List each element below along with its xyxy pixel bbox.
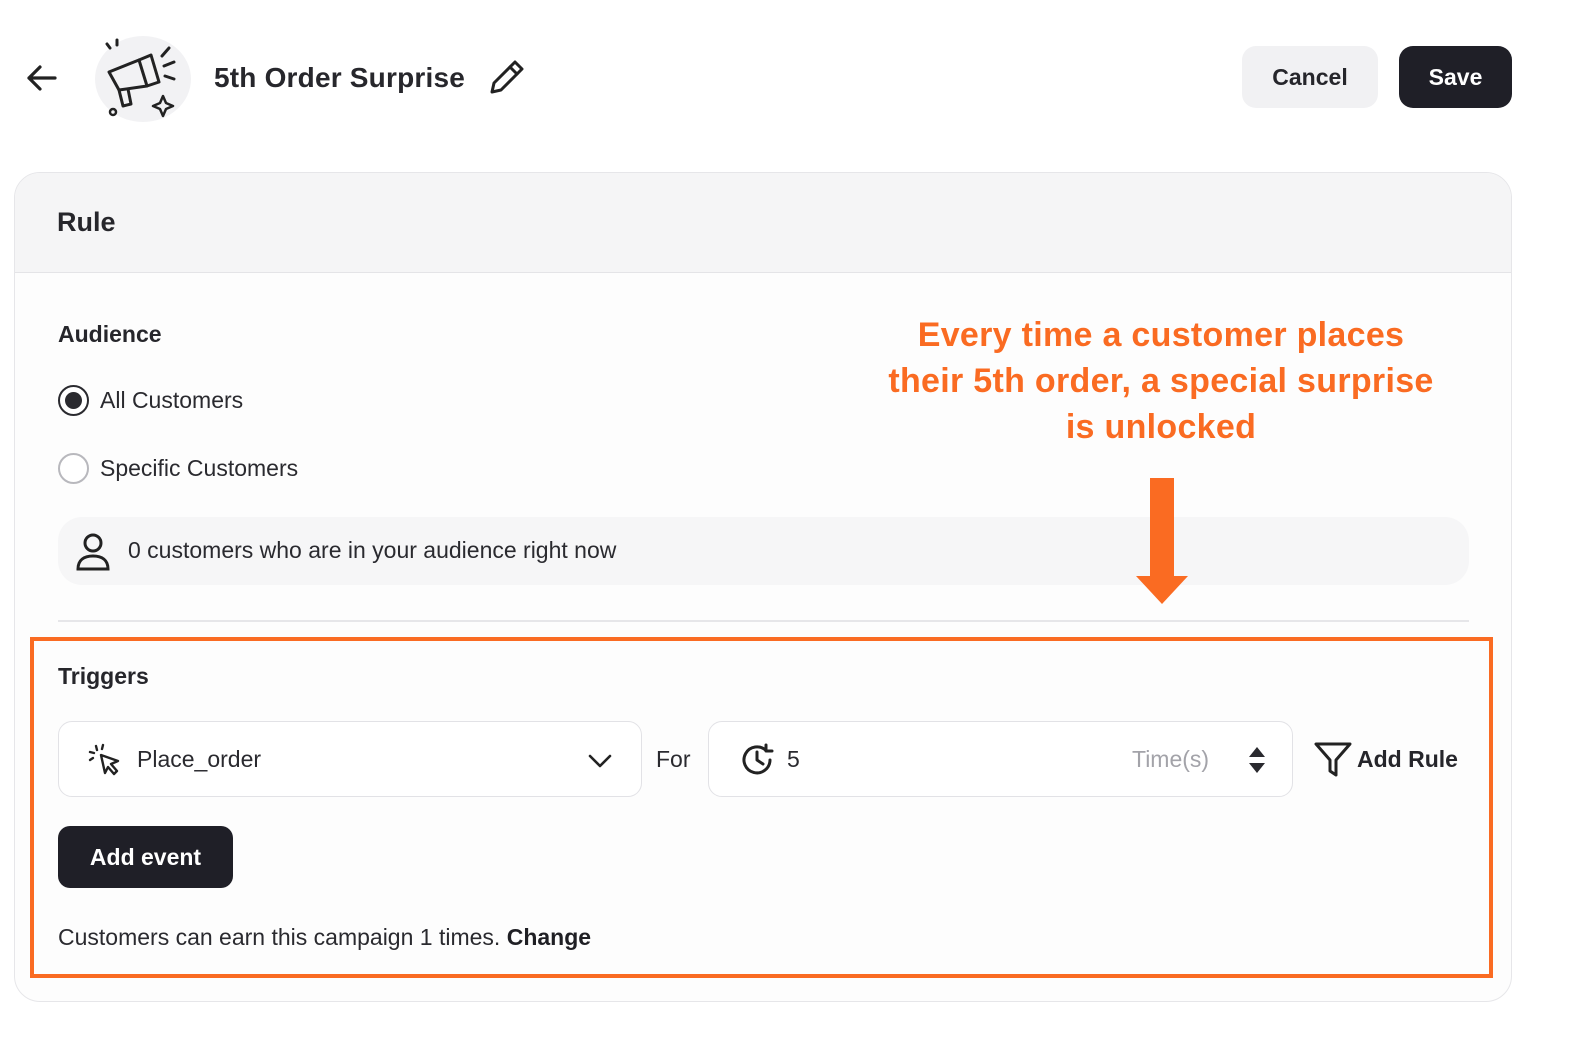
section-divider (58, 620, 1469, 622)
pencil-icon (490, 60, 524, 94)
save-button[interactable]: Save (1399, 46, 1512, 108)
radio-specific-customers[interactable]: Specific Customers (58, 453, 298, 484)
filter-icon (1314, 742, 1352, 777)
cursor-click-icon (88, 743, 120, 776)
triggers-label: Triggers (58, 663, 149, 689)
audience-count-info: 0 customers who are in your audience rig… (58, 517, 1469, 585)
radio-label: Specific Customers (100, 455, 299, 481)
rule-card: Rule Audience All Customers Specific Cus… (14, 172, 1512, 1002)
occurrence-count-value: 5 (787, 746, 800, 772)
radio-all-customers[interactable]: All Customers (58, 385, 243, 416)
back-button[interactable] (22, 58, 62, 98)
occurrence-count-input[interactable]: 5 Time(s) (708, 721, 1293, 797)
arrow-down-icon (1136, 478, 1188, 604)
chevron-down-icon (588, 754, 612, 768)
megaphone-icon (105, 38, 176, 118)
campaign-avatar (95, 36, 191, 122)
rule-card-header: Rule (15, 173, 1511, 273)
earn-limit-description: Customers can earn this campaign 1 times… (58, 924, 501, 950)
event-select[interactable]: Place_order (58, 721, 642, 797)
change-earn-limit-link[interactable]: Change (507, 924, 591, 950)
earn-limit-text: Customers can earn this campaign 1 times… (58, 924, 591, 951)
stepper-icon[interactable] (1246, 744, 1268, 776)
rule-card-title: Rule (57, 207, 116, 237)
add-rule-button[interactable]: Add Rule (1313, 737, 1458, 781)
annotation-callout: Every time a customer places their 5th o… (888, 316, 1434, 446)
campaign-title: 5th Order Surprise (214, 62, 466, 93)
add-event-button[interactable]: Add event (58, 826, 233, 888)
radio-label: All Customers (100, 387, 244, 413)
audience-count-text: 0 customers who are in your audience rig… (128, 537, 617, 563)
person-icon (76, 533, 110, 571)
audience-label: Audience (58, 321, 162, 347)
occurrence-unit-label: Time(s) (1132, 746, 1210, 772)
radio-button-checked[interactable] (58, 385, 89, 416)
clock-icon (742, 743, 774, 775)
arrow-left-icon (27, 65, 57, 91)
campaign-editor-page: 5th Order Surprise Cancel Save Rule Audi… (0, 0, 1570, 1040)
cancel-button[interactable]: Cancel (1242, 46, 1378, 108)
add-rule-label: Add Rule (1357, 745, 1458, 772)
for-label: For (656, 746, 691, 772)
edit-title-button[interactable] (484, 56, 528, 100)
event-select-value: Place_order (137, 746, 262, 772)
radio-button-unchecked[interactable] (58, 453, 89, 484)
